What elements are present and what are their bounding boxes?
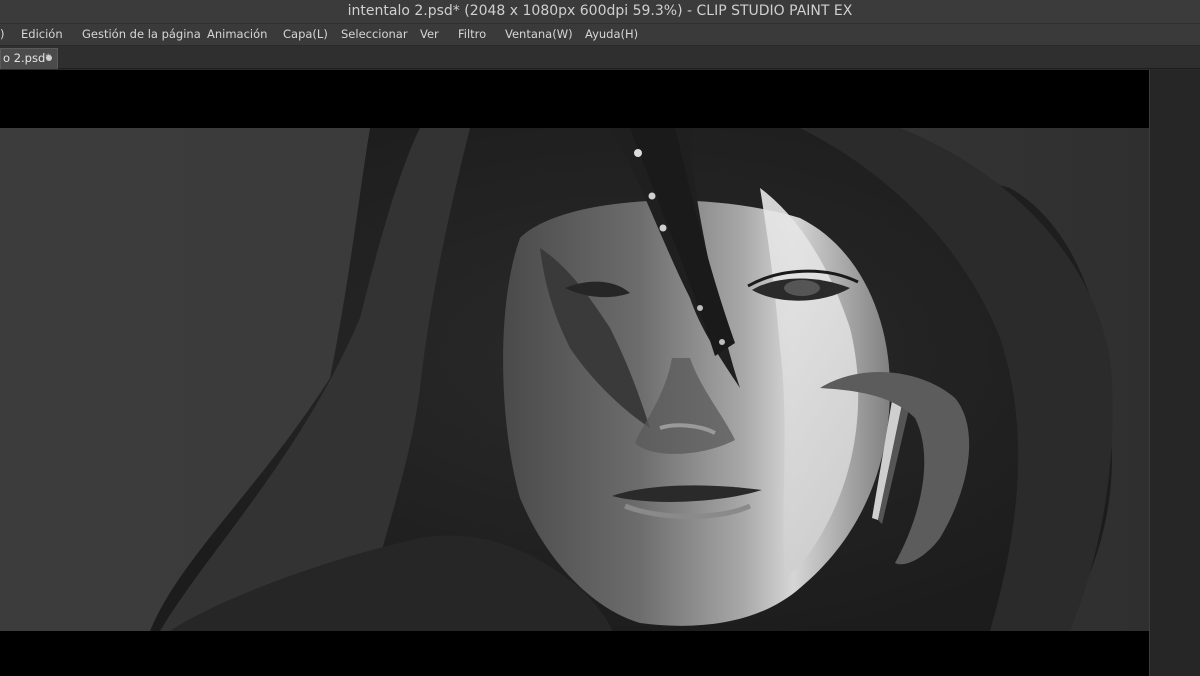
document-tab[interactable]: o 2.psd* [0,48,58,69]
app-window: intentalo 2.psd* (2048 x 1080px 600dpi 5… [0,0,1200,676]
canvas-viewport[interactable] [0,70,1200,676]
canvas-artwork[interactable] [0,128,1149,631]
headband-stud [719,339,725,345]
menu-item-ver[interactable]: Ver [420,27,439,41]
menu-item-filtro[interactable]: Filtro [458,27,486,41]
document-tab-strip: o 2.psd* [0,46,1200,69]
iris-right [784,280,820,296]
document-tab-label: o 2.psd* [3,51,52,65]
menu-item-edicion[interactable]: Edición [21,27,63,41]
headband-stud [634,149,642,157]
letterbox-bar-top [0,70,1149,128]
menu-bar: ) Edición Gestión de la página Animación… [0,24,1200,46]
window-title: intentalo 2.psd* (2048 x 1080px 600dpi 5… [347,3,853,19]
menu-item-ayuda[interactable]: Ayuda(H) [585,27,638,41]
menu-item-ventana[interactable]: Ventana(W) [505,27,573,41]
menu-item-archivo[interactable]: ) [0,27,5,41]
letterbox-bar-bottom [0,631,1149,676]
headband-stud [659,224,667,232]
menu-item-gestion-pagina[interactable]: Gestión de la página [82,27,201,41]
menu-item-seleccionar[interactable]: Seleccionar [341,27,408,41]
headband-stud [697,305,703,311]
canvas-side-gutter [1149,70,1200,676]
title-bar[interactable]: intentalo 2.psd* (2048 x 1080px 600dpi 5… [0,0,1200,24]
headband-stud [648,192,656,200]
menu-item-capa[interactable]: Capa(L) [283,27,328,41]
menu-item-animacion[interactable]: Animación [207,27,267,41]
close-dot-icon[interactable] [46,55,52,61]
